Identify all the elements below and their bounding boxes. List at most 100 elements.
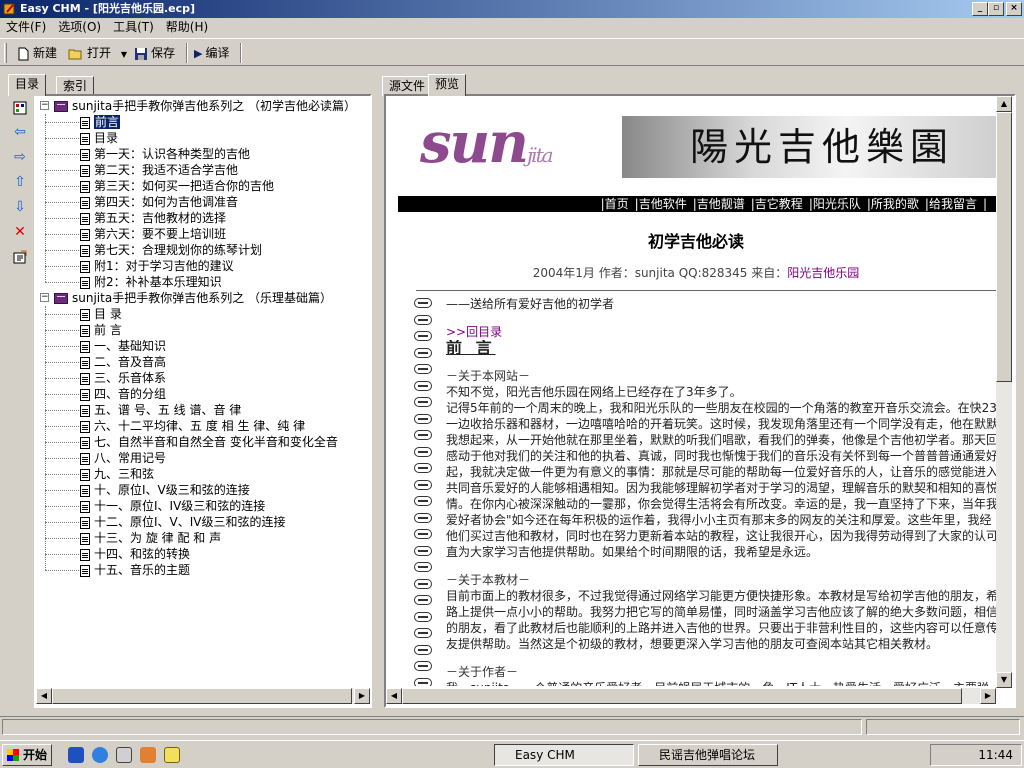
tree-page[interactable]: 目 录: [80, 306, 122, 322]
menu-file[interactable]: 文件(F): [0, 18, 52, 36]
scroll-up-button[interactable]: ▲: [996, 96, 1012, 112]
site-nav-link[interactable]: |吉它教程: [748, 197, 806, 211]
back-to-toc-link[interactable]: >>回目录: [446, 324, 996, 340]
tree-page-label: 目录: [94, 131, 119, 145]
site-nav-link[interactable]: |给我留言: [922, 197, 980, 211]
open-label: 打开: [87, 46, 112, 60]
preview-vscrollbar[interactable]: ▲ ▼: [996, 96, 1012, 688]
tree-page[interactable]: 三、乐音体系: [80, 370, 166, 386]
toc-hscrollbar[interactable]: ◀ ▶: [36, 688, 370, 704]
tree-page[interactable]: 八、常用记号: [80, 450, 166, 466]
tree-page[interactable]: 附1：对于学习吉他的建议: [80, 258, 234, 274]
close-button[interactable]: ×: [1006, 2, 1022, 16]
tree-page[interactable]: 第三天：如何买一把适合你的吉他: [80, 178, 274, 194]
tree-page[interactable]: 十一、原位I、IV级三和弦的连接: [80, 498, 265, 514]
tree-page[interactable]: 十四、和弦的转换: [80, 546, 190, 562]
delete-icon[interactable]: ✕: [12, 224, 28, 240]
scroll-right-button[interactable]: ▶: [980, 688, 996, 704]
preview-vscroll-thumb[interactable]: [996, 112, 1012, 382]
quicklaunch-folder-icon[interactable]: [164, 747, 180, 763]
quicklaunch-ie-icon[interactable]: [68, 747, 84, 763]
preview-hscrollbar[interactable]: ◀ ▶: [386, 688, 996, 704]
site-nav-link[interactable]: |所我的歌: [864, 197, 922, 211]
tree-book[interactable]: sunjita手把手教你弹吉他系列之 （乐理基础篇）: [54, 290, 332, 306]
quicklaunch-desktop-icon[interactable]: [116, 747, 132, 763]
article-title: 初学吉他必读: [647, 232, 744, 251]
tab-source[interactable]: 源文件: [382, 76, 433, 96]
meta-source-link[interactable]: 阳光吉他乐园: [787, 266, 859, 280]
arrow-right-icon[interactable]: ⇨: [12, 149, 28, 165]
quicklaunch-media-icon[interactable]: [92, 747, 108, 763]
menu-help[interactable]: 帮助(H): [160, 18, 214, 36]
tree-page[interactable]: 十二、原位I、V、IV级三和弦的连接: [80, 514, 286, 530]
tree-page[interactable]: 四、音的分组: [80, 386, 166, 402]
scroll-down-button[interactable]: ▼: [996, 672, 1012, 688]
tree-book[interactable]: sunjita手把手教你弹吉他系列之 （初学吉他必读篇）: [54, 98, 356, 114]
binder-ring-icon: [414, 562, 432, 572]
taskbar-item-forum[interactable]: 民谣吉他弹唱论坛: [638, 744, 778, 766]
site-nav-link[interactable]: |吉他软件: [632, 197, 690, 211]
site-nav-link[interactable]: |首页: [598, 197, 632, 211]
page-icon: [80, 468, 90, 481]
tree-collapse-toggle[interactable]: −: [40, 101, 49, 110]
compile-button[interactable]: ▶ 编译: [194, 43, 229, 63]
site-nav-link[interactable]: |阳光乐队: [806, 197, 864, 211]
properties-grid-icon[interactable]: [12, 100, 28, 116]
start-button[interactable]: 开始: [2, 744, 52, 766]
site-nav-link[interactable]: |: [980, 197, 990, 211]
site-nav-link[interactable]: |吉他靓谱: [690, 197, 748, 211]
tab-preview[interactable]: 预览: [428, 74, 467, 96]
arrow-down-icon[interactable]: ⇩: [12, 199, 28, 215]
tree-page[interactable]: 二、音及音高: [80, 354, 166, 370]
tree-page[interactable]: 十、原位I、V级三和弦的连接: [80, 482, 250, 498]
tree-page[interactable]: 前言: [80, 114, 122, 130]
edit-properties-icon[interactable]: [12, 249, 28, 265]
tab-index[interactable]: 索引: [56, 76, 95, 96]
toolbar-grip[interactable]: [4, 43, 7, 63]
toc-tree: − sunjita手把手教你弹吉他系列之 （初学吉他必读篇） 前言 目录 第一天：认识各…: [36, 96, 368, 684]
new-button[interactable]: 新建: [16, 43, 57, 63]
tree-connector: [45, 266, 79, 267]
menu-options[interactable]: 选项(O): [52, 18, 107, 36]
tree-page[interactable]: 六、十二平均律、五 度 相 生 律、纯 律: [80, 418, 305, 434]
tree-page[interactable]: 九、三和弦: [80, 466, 154, 482]
open-button[interactable]: 打开 ▼: [68, 43, 127, 63]
tree-page[interactable]: 前 言: [80, 322, 122, 338]
toc-hscroll-thumb[interactable]: [52, 688, 352, 704]
maximize-button[interactable]: ▫: [988, 2, 1004, 16]
tree-page[interactable]: 第一天：认识各种类型的吉他: [80, 146, 250, 162]
page-icon: [80, 276, 90, 289]
tree-page[interactable]: 目录: [80, 130, 118, 146]
tree-page[interactable]: 第七天：合理规划你的练琴计划: [80, 242, 262, 258]
tree-page[interactable]: 第五天：吉他教材的选择: [80, 210, 226, 226]
open-dropdown-icon[interactable]: ▼: [121, 50, 127, 59]
tree-page[interactable]: 十三、为 旋 律 配 和 声: [80, 530, 221, 546]
tree-page[interactable]: 一、基础知识: [80, 338, 166, 354]
tree-connector: [45, 114, 46, 282]
quicklaunch-app-icon[interactable]: [140, 747, 156, 763]
save-button[interactable]: 保存: [134, 43, 175, 63]
tree-page[interactable]: 第六天：要不要上培训班: [80, 226, 226, 242]
tree-page-label: 六、十二平均律、五 度 相 生 律、纯 律: [94, 419, 306, 433]
tab-toc[interactable]: 目录: [8, 74, 47, 96]
scroll-left-button[interactable]: ◀: [386, 688, 402, 704]
tree-page[interactable]: 附2：补补基本乐理知识: [80, 274, 222, 290]
arrow-left-icon[interactable]: ⇦: [12, 124, 28, 140]
title-bar[interactable]: Easy CHM - [阳光吉他乐园.ecp] _ ▫ ×: [0, 0, 1024, 18]
tree-page[interactable]: 第四天：如何为吉他调准音: [80, 194, 238, 210]
tree-page[interactable]: 第二天：我适不适合学吉他: [80, 162, 238, 178]
tree-page[interactable]: 七、自然半音和自然全音 变化半音和变化全音: [80, 434, 338, 450]
clock[interactable]: 11:44: [978, 748, 1013, 762]
tree-connector: [45, 554, 79, 555]
minimize-button[interactable]: _: [972, 2, 988, 16]
scroll-left-button[interactable]: ◀: [36, 688, 52, 704]
arrow-up-icon[interactable]: ⇧: [12, 174, 28, 190]
tree-collapse-toggle[interactable]: −: [40, 293, 49, 302]
tree-page[interactable]: 五、谱 号、五 线 谱、音 律: [80, 402, 241, 418]
taskbar-item-easychm[interactable]: Easy CHM: [494, 744, 634, 766]
scroll-right-button[interactable]: ▶: [354, 688, 370, 704]
tree-connector: [45, 490, 79, 491]
menu-tools[interactable]: 工具(T): [107, 18, 160, 36]
tree-page[interactable]: 十五、音乐的主题: [80, 562, 190, 578]
preview-hscroll-thumb[interactable]: [402, 688, 962, 704]
